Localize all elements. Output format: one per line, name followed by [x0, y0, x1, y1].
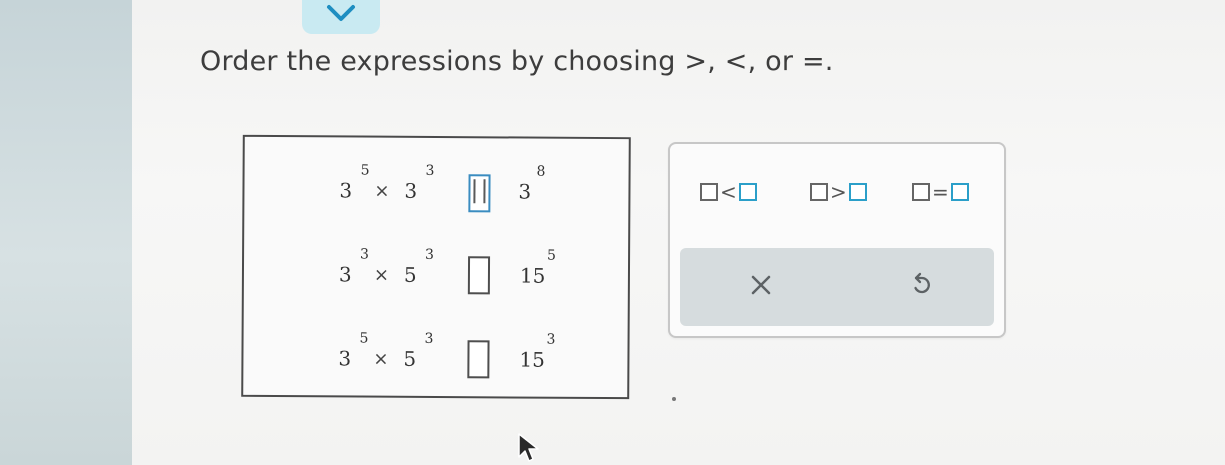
collapse-toggle-button[interactable]: [302, 0, 380, 34]
equals-button[interactable]: =: [912, 174, 969, 210]
row-1-right-exponent: 3: [425, 162, 435, 179]
row-2-target-exponent: 5: [547, 247, 557, 264]
blank-left-box-icon: [700, 183, 718, 201]
row-2-right-exponent: 3: [425, 246, 435, 263]
clear-button[interactable]: [739, 265, 783, 309]
row-2-right-term: 5 3: [403, 247, 434, 287]
row-3-right-exponent: 3: [424, 330, 434, 347]
less-than-button[interactable]: <: [700, 174, 757, 210]
greater-than-button[interactable]: >: [810, 174, 867, 210]
row-1-target-exponent: 8: [536, 163, 546, 180]
row-1-right-base: 3: [404, 178, 418, 203]
expression-row-2: 3 3 × 5 3 15 5: [244, 239, 628, 311]
row-1-multiply-sign: ×: [374, 180, 390, 202]
row-3-multiply-sign: ×: [373, 348, 389, 370]
left-strip: [0, 0, 132, 465]
row-2-target-base: 15: [519, 263, 546, 288]
row-3-answer-slot[interactable]: [467, 340, 490, 379]
dust-dot: [672, 397, 676, 401]
blank-right-box-icon: [848, 183, 867, 201]
chevron-down-icon: [325, 3, 357, 23]
question-prompt: Order the expressions by choosing >, <, …: [200, 46, 834, 77]
close-icon: [747, 271, 775, 303]
row-1-answer-slot[interactable]: [468, 174, 491, 213]
row-1-right-term: 3 3: [404, 163, 434, 203]
row-1-target-base: 3: [518, 179, 532, 204]
blank-left-box-icon: [810, 183, 828, 201]
row-2-left-base: 3: [338, 262, 352, 287]
mouse-pointer-icon: [517, 432, 541, 465]
row-3-target-base: 15: [519, 347, 545, 372]
row-3-left-base: 3: [338, 346, 352, 371]
expression-row-1: 3 5 × 3 3 3 8: [244, 155, 628, 227]
undo-button[interactable]: [898, 265, 942, 309]
equals-symbol: =: [932, 180, 949, 204]
undo-icon: [906, 271, 934, 303]
row-2-multiply-sign: ×: [373, 264, 390, 286]
less-than-symbol: <: [720, 180, 737, 204]
greater-than-symbol: >: [830, 180, 847, 204]
row-1-target-term: 3 8: [518, 164, 545, 204]
expression-row-3: 3 5 × 5 3 15 3: [243, 323, 627, 395]
comparison-palette: < > =: [668, 142, 1006, 338]
row-2-right-base: 5: [403, 262, 417, 287]
blank-left-box-icon: [912, 183, 930, 201]
row-2-left-term: 3 3: [338, 247, 369, 287]
expression-box: 3 5 × 3 3 3 8 3 3 × 5 3 15 5 3 5 × 5 3 1…: [241, 134, 631, 400]
row-1-left-exponent: 5: [360, 162, 370, 179]
row-3-right-term: 5 3: [403, 331, 433, 371]
row-3-right-base: 5: [403, 346, 417, 371]
row-2-target-term: 15 5: [519, 248, 556, 288]
row-3-target-exponent: 3: [546, 331, 556, 348]
blank-right-box-icon: [950, 183, 969, 201]
blank-right-box-icon: [738, 183, 757, 201]
row-3-left-term: 3 5: [338, 331, 368, 371]
screen: Order the expressions by choosing >, <, …: [0, 0, 1225, 465]
palette-action-bar: [680, 248, 994, 326]
row-3-target-term: 15 3: [519, 332, 555, 372]
row-3-left-exponent: 5: [359, 330, 369, 347]
row-2-answer-slot[interactable]: [467, 256, 491, 295]
row-2-left-exponent: 3: [360, 246, 370, 263]
row-1-left-base: 3: [339, 178, 353, 203]
row-1-left-term: 3 5: [339, 163, 369, 203]
